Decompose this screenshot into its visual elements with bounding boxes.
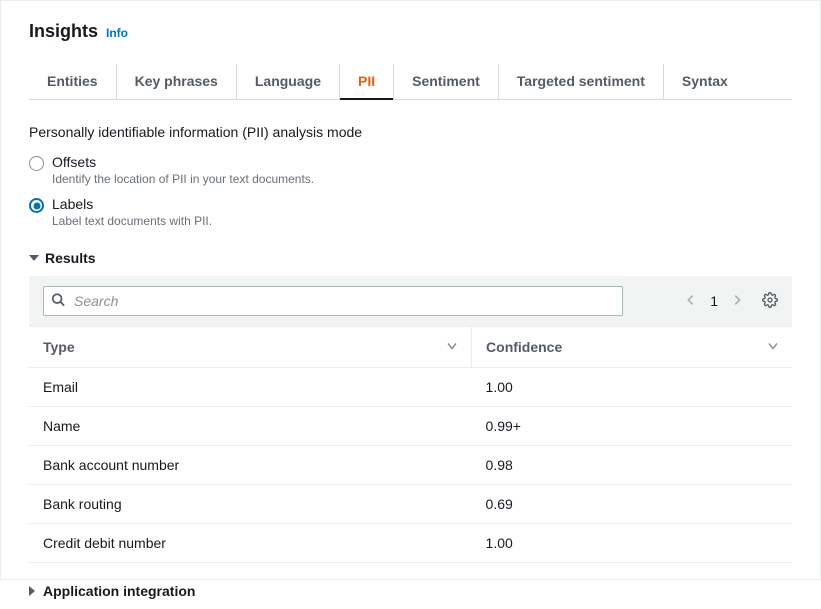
cell-confidence: 1.00	[472, 368, 792, 407]
tab-pii[interactable]: PII	[340, 64, 394, 99]
table-row: Credit debit number1.00	[29, 524, 792, 563]
cell-type: Bank routing	[29, 485, 472, 524]
results-title: Results	[45, 250, 96, 266]
search-icon	[51, 293, 65, 310]
tab-key-phrases[interactable]: Key phrases	[117, 64, 237, 99]
results-table: Type Confidence Email1.00	[29, 326, 792, 563]
sort-icon	[768, 341, 778, 354]
cell-confidence: 1.00	[472, 524, 792, 563]
cell-type: Credit debit number	[29, 524, 472, 563]
table-row: Bank account number0.98	[29, 446, 792, 485]
tab-targeted-sentiment[interactable]: Targeted sentiment	[499, 64, 664, 99]
cell-type: Bank account number	[29, 446, 472, 485]
tab-sentiment[interactable]: Sentiment	[394, 64, 499, 99]
radio-description: Identify the location of PII in your tex…	[52, 172, 314, 186]
radio-description: Label text documents with PII.	[52, 214, 212, 228]
tab-language[interactable]: Language	[237, 64, 340, 99]
table-row: Name0.99+	[29, 407, 792, 446]
column-label: Confidence	[486, 339, 562, 355]
page-title: Insights	[29, 21, 98, 42]
chevron-right-icon	[29, 586, 35, 596]
tab-entities[interactable]: Entities	[29, 64, 117, 99]
table-row: Email1.00	[29, 368, 792, 407]
column-label: Type	[43, 339, 75, 355]
results-section-toggle[interactable]: Results	[29, 250, 792, 266]
radio-option-offsets[interactable]: Offsets Identify the location of PII in …	[29, 154, 792, 186]
tabs: EntitiesKey phrasesLanguagePIISentimentT…	[29, 60, 792, 100]
next-page-button[interactable]	[732, 293, 742, 310]
table-row: Bank routing0.69	[29, 485, 792, 524]
pagination: 1	[686, 292, 778, 311]
info-link[interactable]: Info	[106, 26, 128, 40]
page-number: 1	[710, 293, 718, 309]
cell-type: Name	[29, 407, 472, 446]
radio-option-labels[interactable]: Labels Label text documents with PII.	[29, 196, 792, 228]
app-integration-title: Application integration	[43, 583, 195, 599]
radio-title: Offsets	[52, 154, 314, 170]
cell-confidence: 0.98	[472, 446, 792, 485]
settings-button[interactable]	[762, 292, 778, 311]
cell-type: Email	[29, 368, 472, 407]
column-header-confidence[interactable]: Confidence	[472, 327, 792, 368]
cell-confidence: 0.69	[472, 485, 792, 524]
chevron-down-icon	[29, 255, 39, 261]
results-toolbar: 1	[29, 276, 792, 326]
radio-title: Labels	[52, 196, 212, 212]
tab-syntax[interactable]: Syntax	[664, 64, 746, 99]
radio-button[interactable]	[29, 156, 44, 171]
analysis-mode-label: Personally identifiable information (PII…	[29, 124, 792, 140]
prev-page-button[interactable]	[686, 293, 696, 310]
radio-button[interactable]	[29, 198, 44, 213]
search-input[interactable]	[43, 286, 623, 316]
column-header-type[interactable]: Type	[29, 327, 472, 368]
sort-icon	[447, 341, 457, 354]
app-integration-section-toggle[interactable]: Application integration	[29, 583, 792, 599]
cell-confidence: 0.99+	[472, 407, 792, 446]
